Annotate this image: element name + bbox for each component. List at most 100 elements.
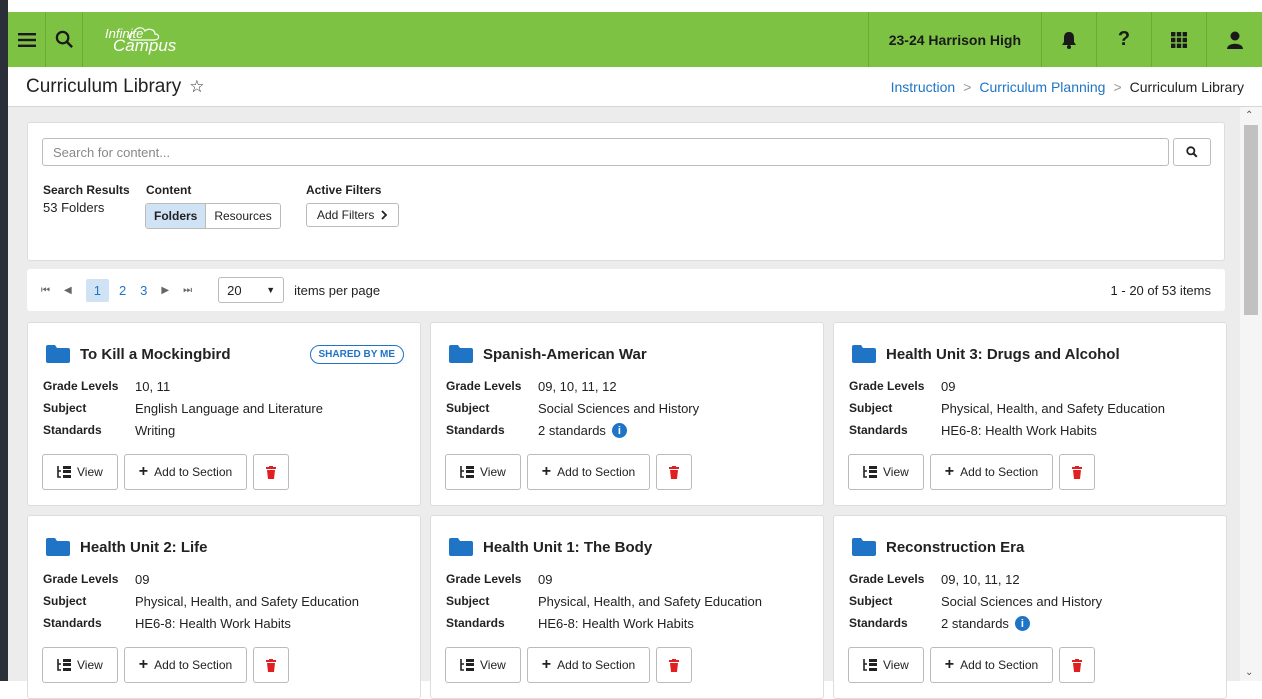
view-button[interactable]: View — [848, 454, 924, 490]
info-icon[interactable]: i — [1014, 616, 1030, 631]
page-2-button[interactable]: 2 — [119, 283, 126, 298]
subject-row: Subject Physical, Health, and Safety Edu… — [849, 401, 1165, 416]
grade-levels-row: Grade Levels 09 — [43, 572, 149, 587]
folder-card: Health Unit 1: The Body Grade Levels 09 … — [430, 515, 824, 699]
standards-value: Writing — [135, 423, 176, 438]
apps-grid-icon — [1171, 31, 1187, 48]
search-input[interactable] — [42, 138, 1169, 166]
delete-button[interactable] — [656, 647, 693, 683]
folders-toggle[interactable]: Folders — [146, 204, 206, 228]
scrollbar-thumb[interactable] — [1244, 125, 1258, 315]
add-to-section-button[interactable]: + Add to Section — [929, 454, 1054, 490]
info-icon[interactable]: i — [611, 423, 627, 438]
add-filters-button[interactable]: Add Filters — [306, 203, 400, 227]
tree-view-icon — [57, 659, 71, 671]
standards-value-wrap: 2 standards i — [538, 423, 627, 438]
grade-levels-value: 09 — [538, 572, 553, 587]
items-per-page-select[interactable]: 20 ▼ — [218, 277, 285, 303]
view-button[interactable]: View — [42, 647, 118, 683]
trash-icon — [669, 658, 680, 672]
item-range-text: 1 - 20 of 53 items — [1110, 282, 1211, 298]
add-to-section-label: Add to Section — [557, 658, 636, 672]
search-button[interactable] — [1173, 138, 1211, 166]
delete-button[interactable] — [253, 454, 290, 490]
menu-button[interactable] — [8, 12, 46, 67]
tree-view-icon — [57, 466, 71, 478]
favorite-star-icon[interactable]: ☆ — [189, 77, 204, 97]
standards-value-wrap: HE6-8: Health Work Habits — [538, 616, 694, 631]
user-account-button[interactable] — [1207, 12, 1262, 67]
card-title[interactable]: Spanish-American War — [483, 346, 647, 363]
plus-icon: + — [944, 656, 955, 673]
card-title[interactable]: Health Unit 1: The Body — [483, 539, 652, 556]
breadcrumb-instruction[interactable]: Instruction — [891, 79, 956, 95]
pagination-bar: ⏮ ◀ 1 2 3 ▶ ⏭ 20 ▼ items per page 1 - 20… — [27, 269, 1225, 311]
add-to-section-button[interactable]: + Add to Section — [123, 454, 248, 490]
breadcrumb-curriculum-planning[interactable]: Curriculum Planning — [979, 79, 1105, 95]
bell-icon — [1062, 31, 1076, 49]
view-button[interactable]: View — [445, 647, 521, 683]
next-page-icon[interactable]: ▶ — [161, 285, 169, 296]
search-panel: Search Results 53 Folders Content Folder… — [27, 122, 1225, 261]
scroll-down-icon[interactable]: ⌄ — [1245, 667, 1253, 678]
delete-button[interactable] — [253, 647, 290, 683]
school-year-selector[interactable]: 23-24 Harrison High — [867, 12, 1042, 67]
grade-levels-value: 09, 10, 11, 12 — [941, 572, 1020, 587]
resources-toggle[interactable]: Resources — [205, 204, 280, 228]
view-label: View — [480, 465, 506, 479]
active-filters-label: Active Filters — [306, 183, 382, 197]
card-title[interactable]: Health Unit 3: Drugs and Alcohol — [886, 346, 1120, 363]
card-title[interactable]: Health Unit 2: Life — [80, 539, 208, 556]
subject-value: Physical, Health, and Safety Education — [135, 594, 360, 609]
view-label: View — [883, 465, 909, 479]
delete-button[interactable] — [656, 454, 693, 490]
view-label: View — [77, 465, 103, 479]
add-to-section-label: Add to Section — [557, 465, 636, 479]
delete-button[interactable] — [1059, 647, 1096, 683]
global-search-button[interactable] — [46, 12, 83, 67]
card-actions: View + Add to Section — [42, 454, 290, 490]
items-per-page-label: items per page — [294, 282, 381, 298]
standards-label: Standards — [43, 616, 102, 630]
first-page-icon[interactable]: ⏮ — [41, 285, 50, 296]
add-to-section-button[interactable]: + Add to Section — [526, 647, 651, 683]
page-1-button[interactable]: 1 — [85, 278, 109, 302]
card-title[interactable]: Reconstruction Era — [886, 539, 1024, 556]
page-3-button[interactable]: 3 — [140, 283, 147, 298]
delete-button[interactable] — [1059, 454, 1096, 490]
scroll-up-icon[interactable]: ⌃ — [1245, 110, 1253, 121]
previous-page-icon[interactable]: ◀ — [64, 285, 72, 296]
folder-card: Health Unit 2: Life Grade Levels 09 Subj… — [27, 515, 421, 699]
notifications-button[interactable] — [1042, 12, 1097, 67]
breadcrumb-separator-icon: > — [963, 78, 972, 95]
view-button[interactable]: View — [848, 647, 924, 683]
card-title-row: Health Unit 2: Life — [46, 538, 208, 556]
subject-value: English Language and Literature — [135, 401, 323, 416]
help-button[interactable]: ? — [1097, 12, 1152, 67]
trash-icon — [266, 465, 277, 479]
standards-row: Standards Writing — [43, 423, 175, 438]
grade-levels-label: Grade Levels — [849, 572, 925, 586]
subject-label: Subject — [43, 594, 87, 608]
card-title[interactable]: To Kill a Mockingbird — [80, 346, 231, 363]
folder-card: Health Unit 3: Drugs and Alcohol Grade L… — [833, 322, 1227, 506]
content-type-toggle: Folders Resources — [145, 203, 281, 229]
standards-value: HE6-8: Health Work Habits — [538, 616, 694, 631]
view-label: View — [77, 658, 103, 672]
last-page-icon[interactable]: ⏭ — [183, 285, 192, 296]
apps-button[interactable] — [1152, 12, 1207, 67]
page-header: Curriculum Library ☆ Instruction > Curri… — [8, 67, 1262, 107]
add-to-section-button[interactable]: + Add to Section — [929, 647, 1054, 683]
infinite-campus-logo[interactable]: Infinite Campus — [83, 12, 283, 67]
standards-label: Standards — [446, 423, 505, 437]
window-top-strip — [8, 0, 1262, 12]
search-results-count: 53 Folders — [43, 200, 105, 215]
vertical-scrollbar[interactable]: ⌃ ⌄ — [1240, 107, 1262, 681]
tree-view-icon — [460, 466, 474, 478]
view-button[interactable]: View — [445, 454, 521, 490]
add-to-section-button[interactable]: + Add to Section — [526, 454, 651, 490]
standards-row: Standards 2 standards i — [849, 616, 1030, 631]
menu-icon — [17, 32, 36, 47]
add-to-section-button[interactable]: + Add to Section — [123, 647, 248, 683]
view-button[interactable]: View — [42, 454, 118, 490]
